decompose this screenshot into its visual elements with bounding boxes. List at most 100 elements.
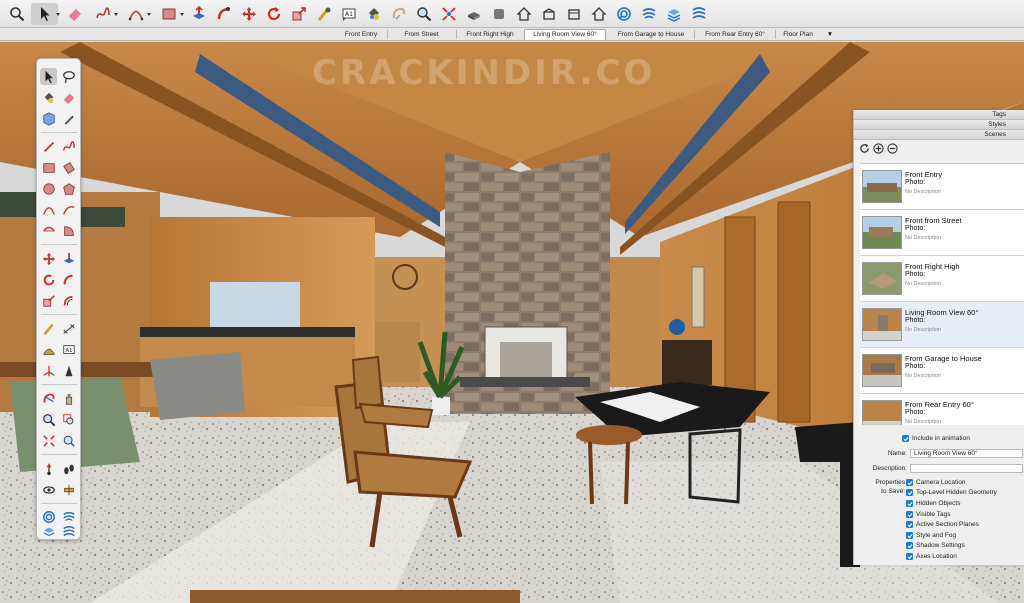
eraser-icon[interactable] (60, 89, 77, 106)
3d-warehouse-icon[interactable] (463, 3, 485, 25)
tray-panel-scenes[interactable]: Scenes (854, 130, 1024, 140)
scene-item-front-entry[interactable]: Front Entry Photo: No Description (860, 164, 1024, 210)
select-icon[interactable] (31, 2, 60, 25)
scene-name: From Garage to House (905, 354, 982, 363)
tape-measure-icon[interactable] (40, 320, 57, 337)
tab-from-garage-to-house[interactable]: From Garage to House (610, 29, 692, 40)
previous-view-icon[interactable] (60, 432, 77, 449)
section-plane-icon[interactable] (60, 481, 77, 498)
tab-from-street[interactable]: From Street (389, 29, 454, 40)
add-scene-icon[interactable] (873, 142, 884, 154)
zoom-window-icon[interactable] (60, 411, 77, 428)
follow-me-icon[interactable] (60, 271, 77, 288)
tray-panel-tags[interactable]: Tags (854, 110, 1024, 120)
scene-item-front-from-street[interactable]: Front from Street Photo: No Description (860, 210, 1024, 256)
push-pull-icon[interactable] (188, 3, 210, 25)
paint-bucket-icon[interactable] (363, 3, 385, 25)
push-pull-icon[interactable] (60, 250, 77, 267)
scale-icon[interactable] (288, 3, 310, 25)
tab-front-entry[interactable]: Front Entry (336, 29, 386, 40)
lasso-icon[interactable] (60, 68, 77, 85)
tape-measure-icon[interactable] (313, 3, 335, 25)
style-builder-icon[interactable] (688, 3, 710, 25)
include-in-animation-checkbox[interactable]: Include in animation (902, 435, 970, 442)
scale-icon[interactable] (40, 292, 57, 309)
look-around-icon[interactable] (40, 481, 57, 498)
property-style-and-fog[interactable]: Style and Fog (906, 532, 956, 539)
select-icon[interactable] (40, 68, 57, 85)
property-hidden-objects[interactable]: Hidden Objects (906, 500, 960, 507)
line-icon[interactable] (40, 138, 57, 155)
property-axes-location[interactable]: Axes Location (906, 553, 957, 560)
rotate-icon[interactable] (40, 271, 57, 288)
rotate-icon[interactable] (263, 3, 285, 25)
dimension-icon[interactable] (60, 320, 77, 337)
scene-item-front-right-high[interactable]: Front Right High Photo: No Description (860, 256, 1024, 302)
update-scene-icon[interactable] (859, 143, 870, 154)
search-icon[interactable] (6, 3, 28, 25)
rectangle-icon[interactable] (155, 3, 184, 25)
iso-view-icon[interactable] (488, 3, 510, 25)
tab-from-rear-entry-60[interactable]: From Rear Entry 60° (697, 29, 773, 40)
freehand-icon[interactable] (89, 3, 118, 25)
two-point-arc-icon[interactable] (60, 201, 77, 218)
scene-item-living-room-view-60[interactable]: Living Room View 60° Photo: No Descripti… (860, 302, 1024, 348)
tab-floor-plan[interactable]: Floor Plan (778, 29, 818, 40)
scene-item-from-rear-entry-60[interactable]: From Rear Entry 60° Photo: No Descriptio… (860, 394, 1024, 425)
extension-warehouse-icon[interactable] (613, 3, 635, 25)
zoom-extents-icon[interactable] (40, 432, 57, 449)
tab-front-right-high[interactable]: Front Right High (458, 29, 522, 40)
right-view-icon[interactable] (563, 3, 585, 25)
protractor-icon[interactable] (40, 341, 57, 358)
back-view-icon[interactable] (588, 3, 610, 25)
3d-text-icon[interactable] (60, 362, 77, 379)
sandbox-icon[interactable] (638, 3, 660, 25)
property-visible-tags[interactable]: Visible Tags (906, 511, 950, 518)
eraser-icon[interactable] (64, 3, 86, 25)
property-top-level-hidden-geometry[interactable]: Top-Level Hidden Geometry (906, 489, 997, 496)
remove-scene-icon[interactable] (887, 142, 898, 154)
tab-living-room-view-60[interactable]: Living Room View 60° (524, 29, 606, 40)
three-point-arc-icon[interactable] (40, 222, 57, 239)
zoom-icon[interactable] (413, 3, 435, 25)
rectangle-icon[interactable] (40, 159, 57, 176)
scene-item-from-garage-to-house[interactable]: From Garage to House Photo: No Descripti… (860, 348, 1024, 394)
component-icon[interactable] (40, 110, 57, 127)
text-icon[interactable]: A1 (338, 3, 360, 25)
freehand-icon[interactable] (60, 138, 77, 155)
move-icon[interactable] (238, 3, 260, 25)
rotated-rectangle-icon[interactable] (60, 159, 77, 176)
walk-icon[interactable] (60, 460, 77, 477)
zoom-icon[interactable] (40, 411, 57, 428)
polygon-icon[interactable] (60, 180, 77, 197)
offset-icon[interactable] (60, 292, 77, 309)
move-icon[interactable] (40, 250, 57, 267)
tabs-overflow-icon[interactable]: ▼ (823, 29, 837, 40)
style-builder-icon[interactable] (60, 523, 77, 540)
paint-bucket-icon[interactable] (40, 89, 57, 106)
property-shadow-settings[interactable]: Shadow Settings (906, 542, 965, 549)
follow-me-icon[interactable] (213, 3, 235, 25)
arc-icon[interactable] (122, 3, 151, 25)
pie-icon[interactable] (60, 222, 77, 239)
layout-icon[interactable] (663, 3, 685, 25)
property-camera-location[interactable]: Camera Location (906, 479, 966, 486)
zoom-extents-icon[interactable] (438, 3, 460, 25)
home-icon[interactable] (513, 3, 535, 25)
axes-icon[interactable] (40, 362, 57, 379)
property-label: Axes Location (916, 553, 957, 560)
text-icon[interactable]: A1 (60, 341, 77, 358)
scene-description-field[interactable] (910, 464, 1023, 473)
scene-name-field[interactable]: Living Room View 60° (910, 449, 1023, 458)
front-view-icon[interactable] (538, 3, 560, 25)
position-camera-icon[interactable] (40, 460, 57, 477)
property-active-section-planes[interactable]: Active Section Planes (906, 521, 979, 528)
pan-icon[interactable] (60, 390, 77, 407)
orbit-icon[interactable] (40, 390, 57, 407)
circle-icon[interactable] (40, 180, 57, 197)
orbit-icon[interactable] (388, 3, 410, 25)
tray-panel-styles[interactable]: Styles (854, 120, 1024, 130)
layout-icon[interactable] (40, 523, 57, 540)
pencil-icon[interactable] (60, 110, 77, 127)
arc-icon[interactable] (40, 201, 57, 218)
